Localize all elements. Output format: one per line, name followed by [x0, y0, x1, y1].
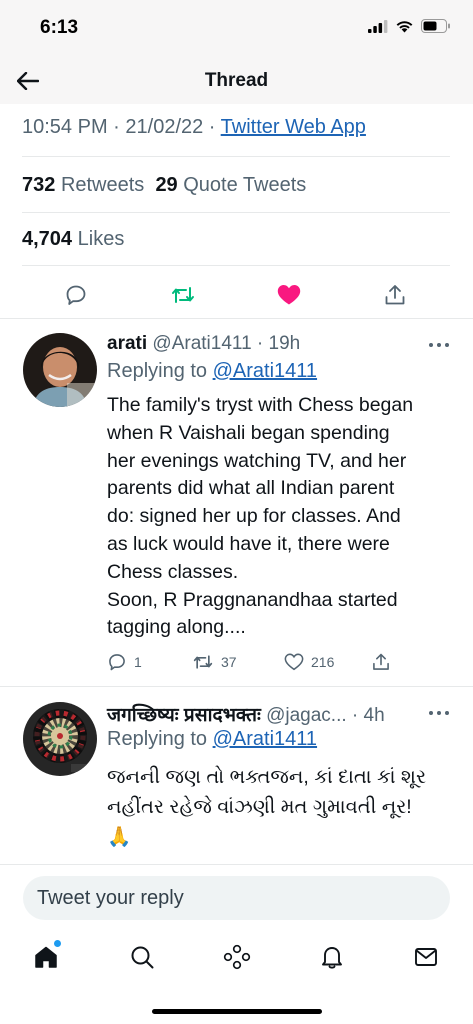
author-handle[interactable]: @Arati1411: [152, 333, 251, 354]
retweet-icon: [193, 655, 213, 669]
separator: ·: [203, 116, 221, 138]
likes-stat[interactable]: 4,704 Likes: [22, 228, 124, 251]
retweets-label: Retweets: [60, 174, 145, 196]
messages-icon: [415, 948, 437, 966]
share-icon: [385, 285, 405, 305]
reply-icon: [66, 285, 86, 305]
battery-icon: [421, 19, 450, 33]
replying-to-handle[interactable]: @Arati1411: [213, 728, 317, 750]
divider: [22, 212, 450, 213]
retweets-stat[interactable]: 732 Retweets: [22, 174, 144, 196]
quote-tweets-stat[interactable]: 29 Quote Tweets: [155, 174, 306, 196]
replying-to-label: Replying to: [107, 728, 208, 750]
reply-button[interactable]: [61, 280, 91, 310]
quote-tweets-label: Quote Tweets: [183, 174, 307, 196]
more-options-button[interactable]: [429, 340, 449, 350]
share-button[interactable]: [380, 280, 410, 310]
retweet-button[interactable]: [168, 280, 198, 310]
divider: [22, 265, 450, 266]
retweet-count: 37: [221, 654, 237, 670]
reply-count: 1: [134, 654, 142, 670]
search-icon: [131, 946, 154, 969]
cellular-signal-icon: [368, 19, 388, 33]
share-button[interactable]: [371, 652, 391, 672]
more-options-button[interactable]: [429, 708, 449, 718]
replying-to-line: Replying to @Arati1411: [107, 728, 317, 751]
like-button[interactable]: [274, 280, 304, 310]
bottom-nav: [0, 938, 473, 978]
quote-tweets-count: 29: [155, 174, 178, 196]
like-icon: [277, 285, 301, 305]
replying-to-line: Replying to @Arati1411: [107, 360, 317, 383]
like-count: 216: [311, 654, 335, 670]
tweet-text: The family's tryst with Chess began when…: [107, 394, 414, 639]
profile-photo-icon: [23, 333, 97, 407]
retweet-button[interactable]: 37: [192, 652, 237, 672]
tweet-action-bar: [0, 280, 473, 310]
tweet-age: · 19h: [256, 333, 301, 354]
likes-label: Likes: [77, 228, 125, 250]
notifications-icon: [322, 947, 342, 969]
tweet-date: 21/02/22: [125, 116, 204, 138]
tweet-age: · 4h: [351, 705, 385, 726]
replying-to-handle[interactable]: @Arati1411: [213, 360, 317, 382]
tweet-stats-row: 732 Retweets 29 Quote Tweets: [22, 174, 306, 197]
tweet-time: 10:54 PM: [22, 116, 108, 138]
nav-home[interactable]: [31, 940, 61, 972]
like-icon: [284, 653, 304, 671]
avatar[interactable]: [23, 702, 97, 776]
status-time: 6:13: [40, 17, 79, 38]
reply-author-line: arati @Arati1411 · 19h: [107, 333, 300, 355]
nav-notifications[interactable]: [317, 942, 347, 972]
reply-input-placeholder: Tweet your reply: [37, 887, 184, 909]
replying-to-label: Replying to: [107, 360, 208, 382]
reply-button[interactable]: 1: [107, 652, 142, 672]
divider: [0, 318, 473, 319]
home-icon: [35, 946, 57, 968]
divider: [0, 686, 473, 687]
like-button[interactable]: 216: [284, 652, 334, 672]
nav-messages[interactable]: [411, 942, 441, 972]
tweet-timestamp-line: 10:54 PM · 21/02/22 · Twitter Web App: [22, 116, 366, 139]
nav-spaces[interactable]: [222, 942, 252, 972]
tweet-reply-input[interactable]: Tweet your reply: [23, 876, 450, 920]
author-name[interactable]: जगच्छिष्यः प्रसादभक्तः: [107, 705, 261, 726]
status-bar: 6:13: [0, 0, 473, 58]
dartboard-avatar-icon: [23, 702, 97, 776]
wifi-icon: [396, 21, 413, 33]
thread-header: Thread: [0, 58, 473, 104]
retweet-icon: [172, 287, 194, 303]
reply-action-bar: 1 37 216: [107, 652, 407, 674]
retweets-count: 732: [22, 174, 56, 196]
status-icons: [368, 19, 451, 33]
separator: ·: [107, 116, 126, 138]
reply-author-line: जगच्छिष्यः प्रसादभक्तः @jagac... · 4h: [107, 701, 385, 727]
reply-icon: [109, 654, 125, 671]
page-title: Thread: [204, 70, 269, 91]
nav-search[interactable]: [127, 942, 157, 972]
tweet-source-link[interactable]: Twitter Web App: [221, 116, 366, 138]
notification-dot: [54, 940, 61, 947]
avatar[interactable]: [23, 333, 97, 407]
divider: [22, 156, 450, 157]
author-handle[interactable]: @jagac...: [266, 705, 347, 726]
share-icon: [373, 653, 389, 670]
spaces-icon: [223, 944, 251, 970]
home-indicator[interactable]: [152, 1009, 322, 1014]
likes-count: 4,704: [22, 228, 73, 250]
tweet-text: જનની જણ તો ભક્તજન, કાં દાતા કાં શૂર નહીં…: [107, 766, 427, 848]
divider: [0, 864, 473, 865]
author-name[interactable]: arati: [107, 333, 147, 354]
